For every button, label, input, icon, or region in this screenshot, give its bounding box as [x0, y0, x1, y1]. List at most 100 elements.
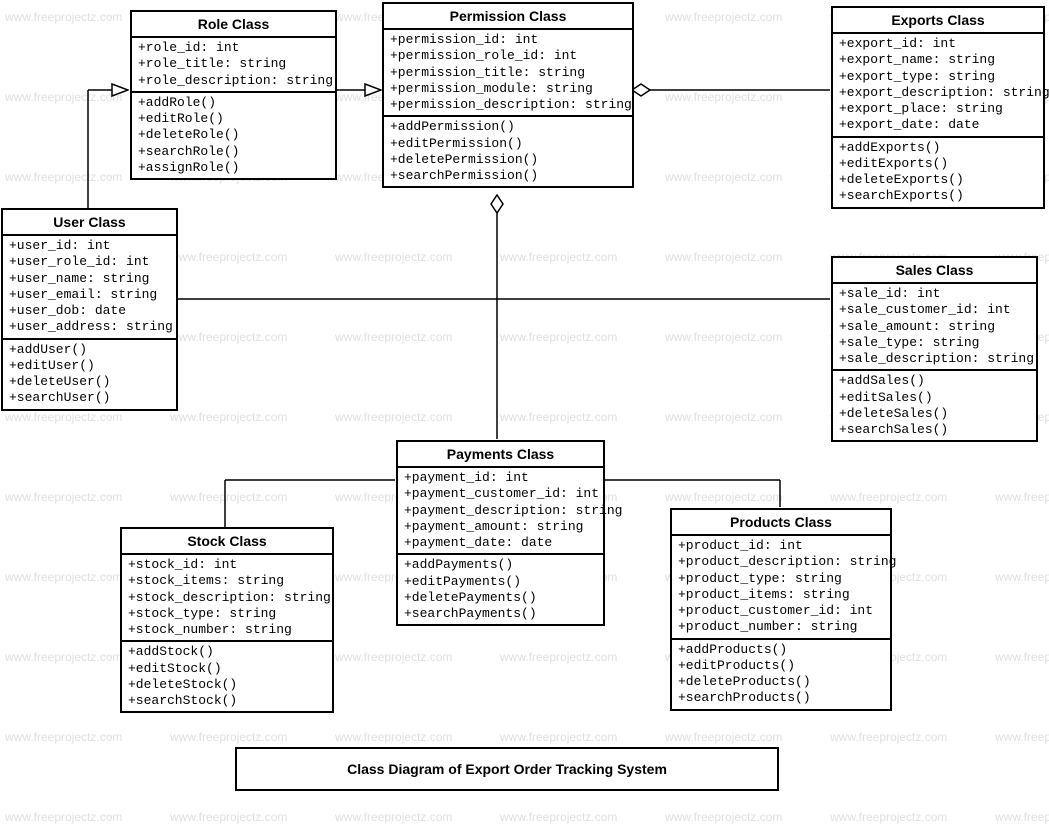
class-member: +product_description: string — [678, 554, 884, 570]
watermark: www.freeprojectz.com — [335, 730, 452, 744]
class-attrs: +user_id: int+user_role_id: int+user_nam… — [3, 236, 176, 340]
watermark: www.freeprojectz.com — [5, 10, 122, 24]
class-member: +permission_role_id: int — [390, 48, 626, 64]
class-member: +searchUser() — [9, 390, 170, 406]
class-member: +permission_description: string — [390, 97, 626, 113]
class-member: +searchStock() — [128, 693, 326, 709]
class-member: +stock_description: string — [128, 590, 326, 606]
class-ops: +addProducts()+editProducts()+deleteProd… — [672, 640, 890, 709]
class-member: +addPermission() — [390, 119, 626, 135]
watermark: www.freeprojectz.com — [5, 170, 122, 184]
class-member: +deleteExports() — [839, 172, 1037, 188]
class-member: +editPayments() — [404, 574, 597, 590]
watermark: www.freeprojectz.com — [170, 730, 287, 744]
class-member: +deletePermission() — [390, 152, 626, 168]
class-member: +user_address: string — [9, 319, 170, 335]
watermark: www.freeprojectz.com — [665, 410, 782, 424]
class-member: +permission_title: string — [390, 65, 626, 81]
class-title: Payments Class — [398, 442, 603, 468]
class-ops: +addExports()+editExports()+deleteExport… — [833, 138, 1043, 207]
class-member: +permission_id: int — [390, 32, 626, 48]
class-ops: +addStock()+editStock()+deleteStock()+se… — [122, 642, 332, 711]
class-member: +export_name: string — [839, 52, 1037, 68]
class-member: +export_id: int — [839, 36, 1037, 52]
class-member: +editSales() — [839, 390, 1030, 406]
watermark: www.freeprojectz.com — [170, 410, 287, 424]
class-member: +searchExports() — [839, 188, 1037, 204]
class-member: +sale_customer_id: int — [839, 302, 1030, 318]
watermark: www.freeprojectz.com — [830, 730, 947, 744]
class-member: +product_id: int — [678, 538, 884, 554]
class-ops: +addPermission()+editPermission()+delete… — [384, 117, 632, 186]
class-member: +stock_id: int — [128, 557, 326, 573]
class-attrs: +permission_id: int+permission_role_id: … — [384, 30, 632, 117]
class-member: +editProducts() — [678, 658, 884, 674]
class-member: +editStock() — [128, 661, 326, 677]
class-member: +payment_description: string — [404, 503, 597, 519]
class-member: +role_title: string — [138, 56, 329, 72]
class-member: +deleteStock() — [128, 677, 326, 693]
class-payments: Payments Class +payment_id: int +payment_… — [396, 440, 605, 626]
class-member: +export_description: string — [839, 85, 1037, 101]
watermark: www.freeprojectz.com — [335, 250, 452, 264]
watermark: www.freeprojectz.com — [5, 490, 122, 504]
class-member: +deleteUser() — [9, 374, 170, 390]
watermark: www.freeprojectz.com — [665, 250, 782, 264]
class-member: +deleteRole() — [138, 127, 329, 143]
class-member: +addProducts() — [678, 642, 884, 658]
class-title: User Class — [3, 210, 176, 236]
class-member: +addStock() — [128, 644, 326, 660]
class-member: +addSales() — [839, 373, 1030, 389]
class-member: +export_type: string — [839, 69, 1037, 85]
class-member: +searchSales() — [839, 422, 1030, 438]
class-ops: +addPayments()+editPayments()+deletePaym… — [398, 555, 603, 624]
class-member: +export_date: date — [839, 117, 1037, 133]
watermark: www.freeprojectz.com — [830, 810, 947, 824]
class-title: Products Class — [672, 510, 890, 536]
class-member: +product_items: string — [678, 587, 884, 603]
class-member: +stock_items: string — [128, 573, 326, 589]
class-member: +addUser() — [9, 342, 170, 358]
class-member: +deleteProducts() — [678, 674, 884, 690]
class-member: +editExports() — [839, 156, 1037, 172]
watermark: www.freeprojectz.com — [665, 90, 782, 104]
class-member: +assignRole() — [138, 160, 329, 176]
class-member: +searchPayments() — [404, 606, 597, 622]
class-sales: Sales Class +sale_id: int+sale_customer_… — [831, 256, 1038, 442]
class-member: +user_name: string — [9, 271, 170, 287]
class-member: +payment_date: date — [404, 535, 597, 551]
class-member: +product_customer_id: int — [678, 603, 884, 619]
class-member: +payment_id: int — [404, 470, 597, 486]
diagram-canvas: // will be filled after JSON parse below… — [0, 0, 1049, 792]
class-attrs: +export_id: int+export_name: string+expo… — [833, 34, 1043, 138]
watermark: www.freeprojectz.com — [500, 650, 617, 664]
watermark: www.freeprojectz.com — [335, 810, 452, 824]
class-member: +searchRole() — [138, 144, 329, 160]
class-member: +role_description: string — [138, 73, 329, 89]
watermark: www.freeprojectz.com — [170, 330, 287, 344]
watermark: www.freeprojectz.com — [5, 90, 122, 104]
class-member: +user_id: int — [9, 238, 170, 254]
class-member: +addRole() — [138, 95, 329, 111]
watermark: www.freeprojectz.com — [830, 490, 947, 504]
diagram-title: Class Diagram of Export Order Tracking S… — [235, 747, 779, 791]
class-ops: +addSales()+editSales()+deleteSales()+se… — [833, 371, 1036, 440]
watermark: www.freeprojectz.com — [500, 410, 617, 424]
class-title: Exports Class — [833, 8, 1043, 34]
watermark: www.freeprojectz.com — [995, 810, 1049, 824]
class-member: +addExports() — [839, 140, 1037, 156]
watermark: www.freeprojectz.com — [5, 570, 122, 584]
class-member: +searchPermission() — [390, 168, 626, 184]
watermark: www.freeprojectz.com — [335, 410, 452, 424]
watermark: www.freeprojectz.com — [995, 730, 1049, 744]
class-member: +addPayments() — [404, 557, 597, 573]
watermark: www.freeprojectz.com — [665, 170, 782, 184]
class-member: +product_type: string — [678, 571, 884, 587]
class-attrs: +stock_id: int+stock_items: string+stock… — [122, 555, 332, 642]
class-member: +role_id: int — [138, 40, 329, 56]
class-member: +editUser() — [9, 358, 170, 374]
class-member: +sale_id: int — [839, 286, 1030, 302]
class-member: +sale_amount: string — [839, 319, 1030, 335]
watermark: www.freeprojectz.com — [500, 330, 617, 344]
watermark: www.freeprojectz.com — [665, 810, 782, 824]
